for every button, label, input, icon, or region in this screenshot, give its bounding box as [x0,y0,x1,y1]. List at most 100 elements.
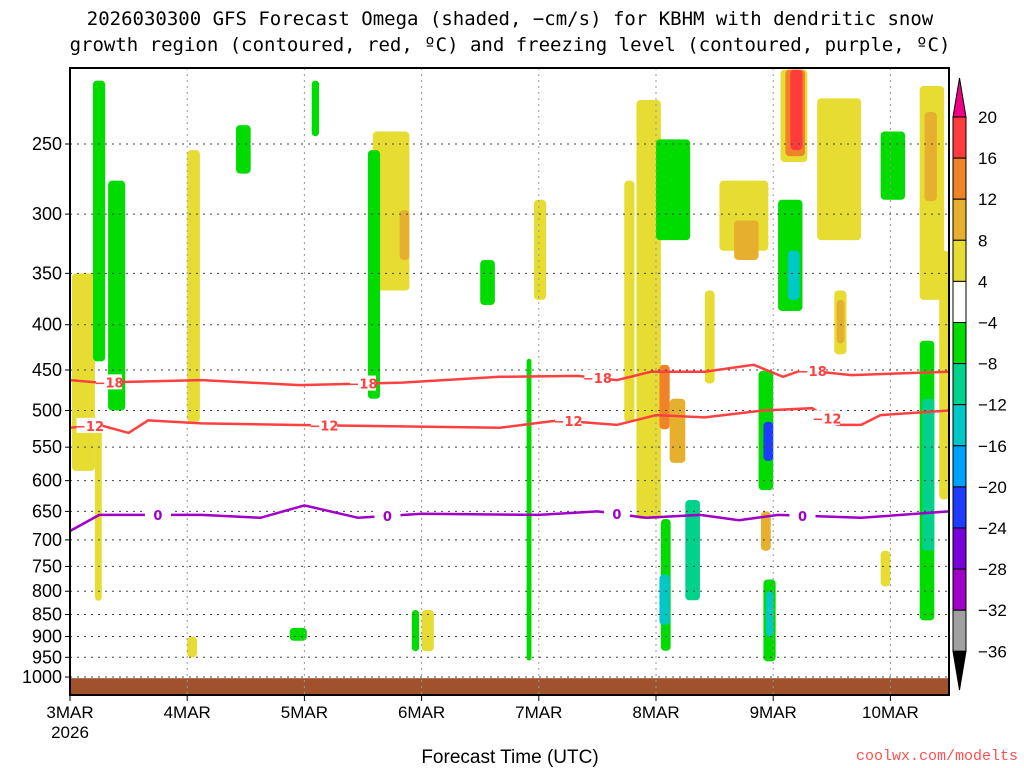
y-tick-label: 350 [32,263,62,283]
colorbar-label: −16 [978,437,1007,456]
omega-region [656,139,691,241]
y-axis-ticks: 2503003504004505005506006507007508008509… [22,134,70,687]
omega-region [765,591,774,637]
y-tick-label: 550 [32,437,62,457]
colorbar-bin [952,198,967,241]
y-tick-label: 500 [32,401,62,421]
x-tick-label: 4MAR [164,703,211,722]
omega-region [836,299,845,344]
x-tick-label: 3MAR [46,703,93,722]
contour-label: 0 [153,509,162,524]
colorbar-bin [952,527,967,570]
y-tick-label: 650 [32,501,62,521]
colorbar-bin [952,280,967,323]
colorbar-label: −24 [978,519,1007,538]
omega-region [92,80,106,362]
contour-label: −12 [554,415,583,430]
colorbar-label: 16 [978,149,997,168]
credit-text: coolwx.com/modelts [856,748,1018,765]
omega-region [659,364,670,430]
contour-label: 0 [383,510,392,525]
omega-region [71,273,95,471]
omega-region [367,150,381,399]
x-tick-label: 6MAR [398,703,445,722]
omega-region [480,259,495,305]
omega-region [763,421,774,461]
contour-label: −18 [583,372,612,387]
colorbar-bin [952,404,967,447]
x-tick-label: 10MAR [862,703,919,722]
omega-region [526,358,532,661]
colorbar-bin [952,116,967,159]
omega-region [669,398,686,463]
omega-region [399,210,410,260]
colorbar-legend: 20 16 12 8 4 −4 −8 −12 −16 −20 −24 −28 −32 −36 [952,77,1007,691]
omega-region [939,250,949,500]
omega-region [533,199,547,300]
colorbar-bin [952,157,967,200]
omega-region [624,180,635,422]
x-tick-sublabel: 2026 [51,723,89,742]
colorbar-label: −4 [978,314,997,333]
omega-region [236,125,251,174]
x-axis-ticks: 3MAR2026 4MAR 5MAR 6MAR 7MAR 8MAR 9MAR 10MAR [46,695,919,742]
colorbar-upper-arrow [952,77,967,118]
contour-label: −12 [309,419,338,434]
y-tick-label: 950 [32,647,62,667]
y-tick-label: 450 [32,360,62,380]
colorbar-label: −28 [978,560,1007,579]
colorbar-label: 12 [978,190,997,209]
colorbar-label: −36 [978,642,1007,661]
contour-label: 0 [612,508,621,523]
contour-label: −12 [812,412,841,427]
colorbar-bin [952,445,967,488]
omega-time-height-chart: 2026030300 GFS Forecast Omega (shaded, −… [22,8,1018,768]
x-tick-label: 8MAR [632,703,679,722]
omega-region [311,80,320,137]
colorbar-bin [952,322,967,365]
omega-region [734,220,759,260]
colorbar-label: −12 [978,396,1007,415]
colorbar-label: 4 [978,272,987,291]
temperature-contours: −18 −18 −18 −18 −12 −12 −12 −12 0 0 0 0 [69,363,950,533]
colorbar-label: −32 [978,601,1007,620]
colorbar-label: −8 [978,355,997,374]
ground-fill [70,678,949,695]
y-tick-label: 700 [32,530,62,550]
ground-below-surface [70,678,949,695]
colorbar-lower-arrow [952,650,967,691]
y-tick-label: 300 [32,204,62,224]
chart-title-line-1: 2026030300 GFS Forecast Omega (shaded, −… [87,8,934,30]
contour-line [69,504,950,533]
x-axis-label: Forecast Time (UTC) [421,747,598,768]
y-tick-label: 800 [32,581,62,601]
x-tick-label: 5MAR [281,703,328,722]
colorbar-bin [952,363,967,406]
contour-label: −18 [95,376,124,391]
y-tick-label: 900 [32,627,62,647]
colorbar-label: −20 [978,478,1007,497]
chart-title-line-2: growth region (contoured, red, ºC) and f… [70,34,951,56]
colorbar-bin [952,239,967,282]
colorbar-bin [952,568,967,611]
omega-region [411,609,420,652]
colorbar-label: 20 [978,108,997,127]
y-tick-label: 850 [32,605,62,625]
omega-region [924,111,937,202]
x-tick-label: 7MAR [515,703,562,722]
colorbar-label: 8 [978,231,987,250]
omega-region [817,98,862,241]
omega-region [880,550,891,587]
y-tick-label: 250 [32,134,62,154]
omega-region [421,609,434,652]
contour-label: −12 [75,420,104,435]
y-tick-label: 750 [32,556,62,576]
y-tick-label: 400 [32,315,62,335]
omega-region [922,398,935,551]
x-tick-label: 9MAR [750,703,797,722]
omega-region [659,574,670,625]
y-tick-label: 600 [32,471,62,491]
omega-region [787,250,800,300]
omega-region [187,636,197,658]
omega-region [790,69,803,151]
